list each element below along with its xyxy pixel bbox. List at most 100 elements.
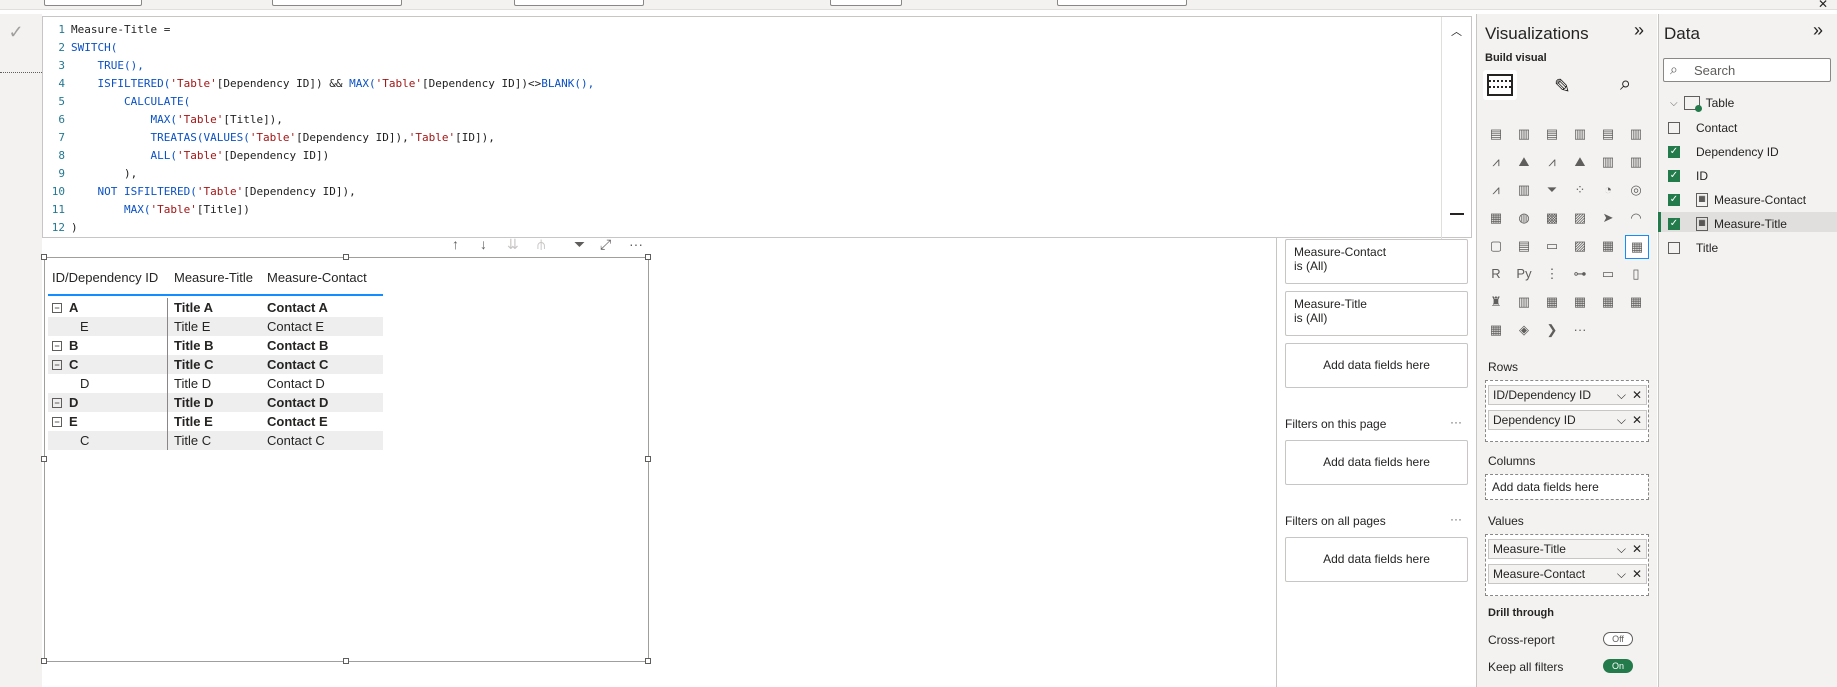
field-row[interactable]: Contact	[1668, 117, 1737, 139]
add-page-filter-well[interactable]: Add data fields here	[1285, 440, 1468, 485]
visual-icon-a[interactable]: ▦	[1597, 291, 1619, 313]
code-line[interactable]: 11 MAX('Table'[Title])	[45, 201, 250, 219]
table-row[interactable]: C Title C Contact C	[48, 431, 383, 450]
resize-handle[interactable]	[41, 658, 47, 664]
remove-icon[interactable]: ✕	[1632, 540, 1642, 558]
expand-all-icon[interactable]: ⇊	[507, 236, 519, 253]
field-checkbox[interactable]: ✓	[1668, 218, 1680, 230]
card-icon[interactable]: ▢	[1485, 235, 1507, 257]
column-header[interactable]: Measure-Title	[168, 270, 263, 285]
table-row[interactable]: − E Title E Contact E	[48, 412, 383, 431]
format-visual-icon[interactable]: ✎	[1554, 74, 1571, 99]
table-icon[interactable]: ▦	[1597, 235, 1619, 257]
minimize-icon[interactable]	[1450, 213, 1464, 215]
resize-handle[interactable]	[645, 254, 651, 260]
line-chart-icon[interactable]: ⩘	[1485, 151, 1507, 173]
visual-icon-c[interactable]: ▦	[1485, 319, 1507, 341]
scatter-chart-icon[interactable]: ⁘	[1569, 179, 1591, 201]
paginated-report-icon[interactable]: ▥	[1513, 291, 1535, 313]
values-field-pill[interactable]: Measure-Contact ⌵ ✕	[1488, 564, 1647, 584]
close-icon[interactable]: ✕	[1818, 0, 1828, 11]
analytics-icon[interactable]: ⌕	[1620, 73, 1631, 96]
gauge-icon[interactable]: ◠	[1625, 207, 1647, 229]
visual-icon-b[interactable]: ▦	[1625, 291, 1647, 313]
goals-icon[interactable]: ♜	[1485, 291, 1507, 313]
add-visual-filter-well[interactable]: Add data fields here	[1285, 343, 1468, 388]
filter-card-measure-title[interactable]: Measure-Title is (All)	[1285, 291, 1468, 336]
resize-handle[interactable]	[343, 658, 349, 664]
chevron-down-icon[interactable]: ⌵	[1670, 98, 1678, 109]
azure-map-icon[interactable]: ➤	[1597, 207, 1619, 229]
more-visuals-icon[interactable]: ···	[1569, 319, 1591, 341]
chevron-down-icon[interactable]: ⌵	[1617, 386, 1626, 404]
resize-handle[interactable]	[645, 658, 651, 664]
kpi-icon[interactable]: ▭	[1541, 235, 1563, 257]
code-line[interactable]: 3 TRUE(),	[45, 57, 143, 75]
multi-row-card-icon[interactable]: ▤	[1513, 235, 1535, 257]
r-script-icon[interactable]: R	[1485, 263, 1507, 285]
filter-icon[interactable]: ⏷	[574, 236, 585, 253]
rows-field-pill[interactable]: ID/Dependency ID ⌵ ✕	[1488, 385, 1647, 405]
field-checkbox[interactable]	[1668, 242, 1680, 254]
filter-funnel-icon[interactable]: ⏷	[1541, 179, 1563, 201]
resize-handle[interactable]	[645, 456, 651, 462]
field-row[interactable]: ✓ ▦ Measure-Contact	[1668, 189, 1806, 211]
collapse-icon[interactable]: −	[52, 416, 62, 427]
treemap-icon[interactable]: ▦	[1485, 207, 1507, 229]
power-apps-icon[interactable]: ▦	[1541, 291, 1563, 313]
table-row[interactable]: − C Title C Contact C	[48, 355, 383, 374]
ribbon-dropdown-5[interactable]	[1057, 0, 1187, 6]
filled-map-icon[interactable]: ▩	[1541, 207, 1563, 229]
stacked-column-chart-icon[interactable]: ▥	[1513, 123, 1535, 145]
focus-mode-icon[interactable]: ⤢	[600, 236, 611, 253]
chevron-down-icon[interactable]: ⌵	[1617, 411, 1626, 429]
cross-report-toggle[interactable]: Off	[1603, 632, 1633, 646]
power-automate-icon[interactable]: ▦	[1569, 291, 1591, 313]
stacked-area-chart-icon[interactable]: ⩘	[1541, 151, 1563, 173]
stacked-bar-chart-icon[interactable]: ▤	[1485, 123, 1507, 145]
line-column-chart-icon[interactable]: ▥	[1597, 151, 1619, 173]
key-influencers-icon[interactable]: ⋮	[1541, 263, 1563, 285]
diamond-icon[interactable]: ◈	[1513, 319, 1535, 341]
values-field-pill[interactable]: Measure-Title ⌵ ✕	[1488, 539, 1647, 559]
editor-scrollbar[interactable]: ︿	[1441, 17, 1471, 239]
field-search-input[interactable]: ⌕ Search	[1663, 58, 1831, 82]
table-row[interactable]: − D Title D Contact D	[48, 393, 383, 412]
rows-field-pill[interactable]: Dependency ID ⌵ ✕	[1488, 410, 1647, 430]
more-options-icon[interactable]: ···	[1450, 512, 1462, 526]
collapse-visualizations-icon[interactable]: »	[1634, 20, 1644, 41]
decomposition-tree-icon[interactable]: ⊶	[1569, 263, 1591, 285]
clustered-bar-chart-icon[interactable]: ▤	[1541, 123, 1563, 145]
ribbon-chart-icon[interactable]: ▥	[1625, 151, 1647, 173]
table-node[interactable]: ⌵ Table	[1670, 96, 1734, 112]
remove-icon[interactable]: ✕	[1632, 386, 1642, 404]
ribbon-dropdown-2[interactable]	[272, 0, 402, 6]
remove-icon[interactable]: ✕	[1632, 411, 1642, 429]
donut-chart-icon[interactable]: ◎	[1625, 179, 1647, 201]
collapse-icon[interactable]: −	[52, 397, 62, 408]
map-icon[interactable]: ◍	[1513, 207, 1535, 229]
remove-icon[interactable]: ✕	[1632, 565, 1642, 583]
python-icon[interactable]: Py	[1513, 263, 1535, 285]
100-area-chart-icon[interactable]: ⛰	[1569, 151, 1591, 173]
code-line[interactable]: 1 Measure-Title =	[45, 21, 177, 39]
keep-filters-toggle[interactable]: On	[1603, 659, 1633, 673]
chevron-up-icon[interactable]: ︿	[1451, 23, 1462, 39]
collapse-icon[interactable]: −	[52, 302, 62, 313]
field-row[interactable]: ✓ ▦ Measure-Title	[1668, 213, 1787, 235]
drill-down-icon[interactable]: ↓	[480, 236, 487, 252]
resize-handle[interactable]	[41, 456, 47, 462]
table-row[interactable]: − B Title B Contact B	[48, 336, 383, 355]
field-checkbox[interactable]: ✓	[1668, 170, 1680, 182]
chevron-down-icon[interactable]: ⌵	[1617, 540, 1626, 558]
field-checkbox[interactable]: ✓	[1668, 194, 1680, 206]
ribbon-dropdown-3[interactable]	[514, 0, 644, 6]
funnel-chart-icon[interactable]: ▥	[1513, 179, 1535, 201]
column-header[interactable]: ID/Dependency ID	[48, 260, 168, 294]
code-line[interactable]: 5 CALCULATE(	[45, 93, 190, 111]
field-checkbox[interactable]	[1668, 122, 1680, 134]
matrix-icon[interactable]: ▦	[1625, 235, 1649, 259]
table-row[interactable]: − A Title A Contact A	[48, 298, 383, 317]
resize-handle[interactable]	[41, 254, 47, 260]
pie-chart-icon[interactable]: ◔	[1597, 179, 1619, 201]
